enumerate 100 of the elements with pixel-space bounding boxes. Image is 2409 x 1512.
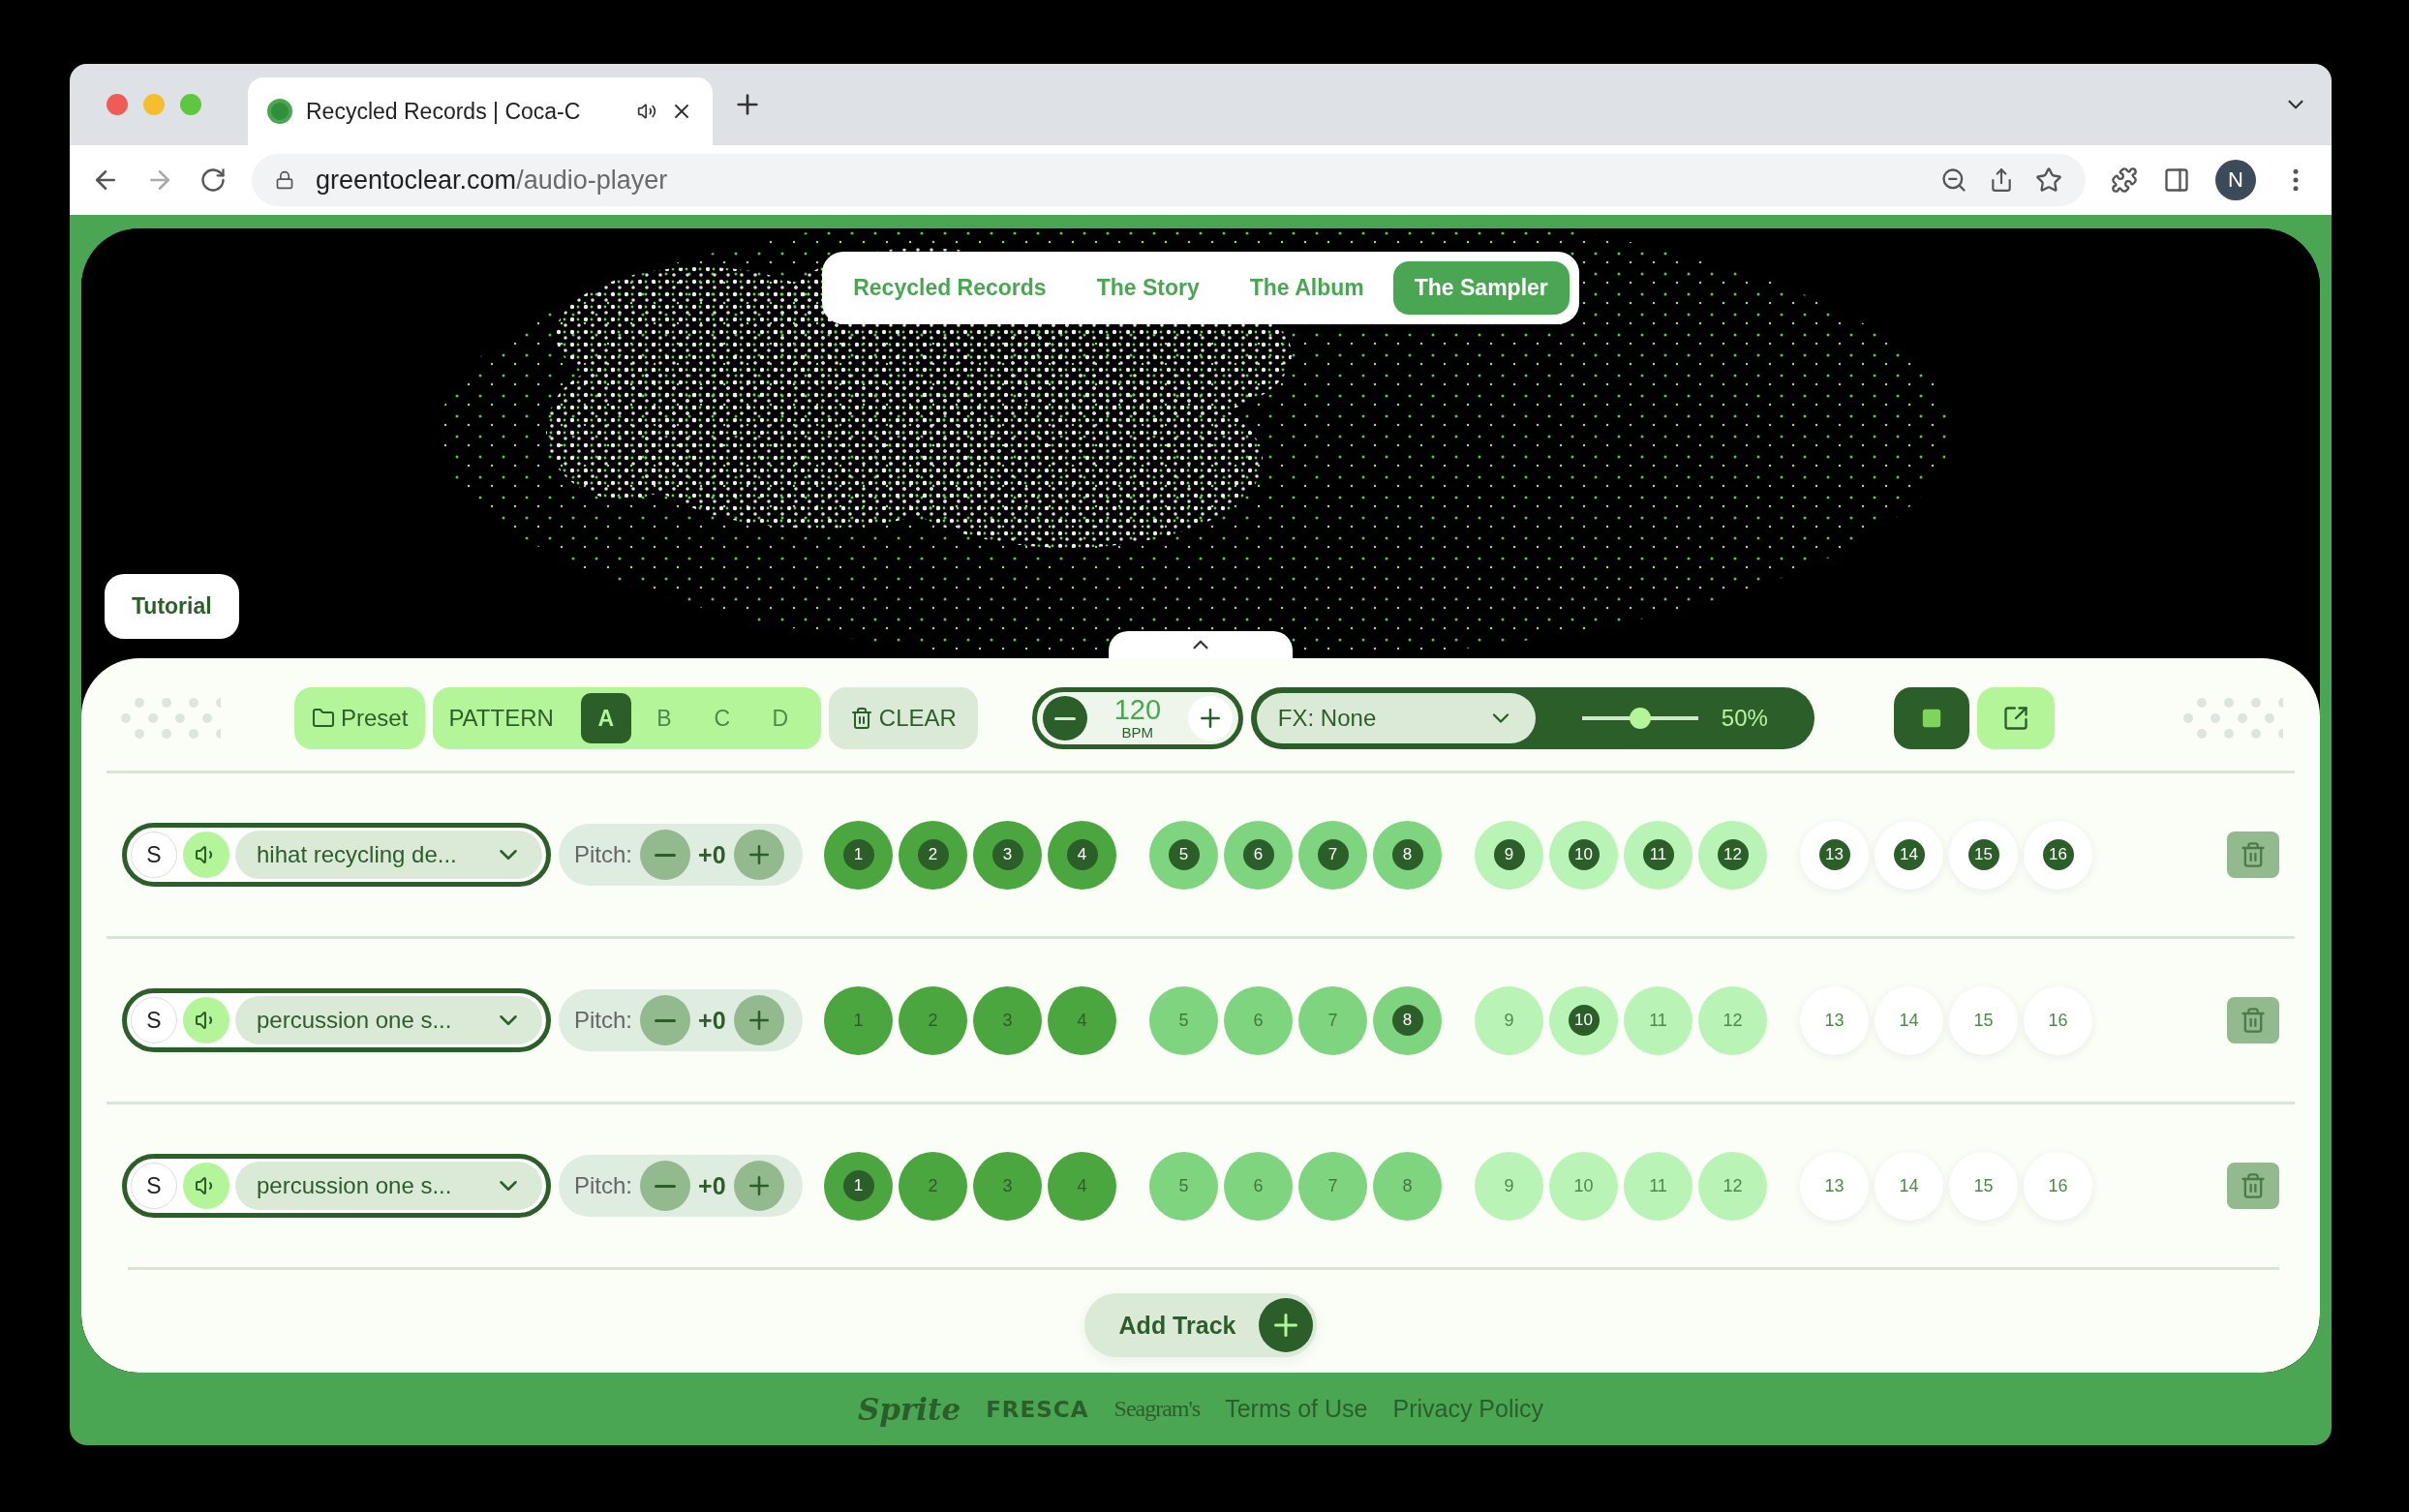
- brand-link[interactable]: Sprite: [857, 1391, 961, 1427]
- share-button[interactable]: [1976, 687, 2055, 749]
- sample-dropdown[interactable]: hihat recycling de...: [235, 831, 542, 879]
- step-button[interactable]: 2: [899, 985, 967, 1055]
- pattern-tab[interactable]: A: [580, 693, 631, 743]
- step-button[interactable]: 15: [1949, 820, 2018, 890]
- address-bar[interactable]: greentoclear.com/audio-player: [252, 154, 2086, 206]
- step-button[interactable]: 7: [1298, 820, 1367, 890]
- step-button[interactable]: 6: [1224, 1151, 1293, 1221]
- pattern-tab[interactable]: C: [696, 693, 747, 743]
- step-button[interactable]: 6: [1224, 985, 1293, 1055]
- step-button[interactable]: 2: [899, 820, 967, 890]
- minus-button[interactable]: [640, 830, 691, 880]
- step-button[interactable]: 8: [1373, 985, 1442, 1055]
- step-button[interactable]: 7: [1298, 985, 1367, 1055]
- step-button[interactable]: 3: [973, 1151, 1042, 1221]
- stop-button[interactable]: [1893, 687, 1969, 749]
- step-button[interactable]: 5: [1149, 820, 1218, 890]
- step-button[interactable]: 14: [1875, 985, 1943, 1055]
- delete-track-button[interactable]: [2227, 832, 2279, 878]
- step-button[interactable]: 15: [1949, 1151, 2018, 1221]
- speaker-button[interactable]: [183, 1163, 229, 1209]
- star-icon[interactable]: [2035, 166, 2062, 194]
- minus-button[interactable]: [640, 995, 691, 1045]
- step-button[interactable]: 14: [1875, 820, 1943, 890]
- pattern-tab[interactable]: D: [754, 693, 806, 743]
- step-button[interactable]: 3: [973, 820, 1042, 890]
- step-button[interactable]: 16: [2024, 820, 2092, 890]
- minus-button[interactable]: [1042, 696, 1087, 741]
- zoom-out-icon[interactable]: [1940, 166, 1967, 194]
- slider-thumb[interactable]: [1629, 708, 1651, 729]
- step-button[interactable]: 7: [1298, 1151, 1367, 1221]
- share-icon[interactable]: [1989, 167, 2014, 193]
- footer-link[interactable]: Privacy Policy: [1392, 1395, 1544, 1423]
- step-button[interactable]: 16: [2024, 1151, 2092, 1221]
- close-window-button[interactable]: [107, 94, 128, 115]
- brand-link[interactable]: FRESCA: [986, 1396, 1089, 1422]
- step-button[interactable]: 5: [1149, 985, 1218, 1055]
- nav-tab[interactable]: The Story: [1075, 261, 1221, 315]
- plus-button[interactable]: [733, 830, 784, 880]
- step-button[interactable]: 13: [1800, 985, 1869, 1055]
- step-button[interactable]: 4: [1048, 985, 1116, 1055]
- step-button[interactable]: 11: [1624, 985, 1692, 1055]
- nav-tab[interactable]: Recycled Records: [832, 261, 1068, 315]
- step-button[interactable]: 13: [1800, 820, 1869, 890]
- step-button[interactable]: 3: [973, 985, 1042, 1055]
- step-button[interactable]: 14: [1875, 1151, 1943, 1221]
- delete-track-button[interactable]: [2227, 997, 2279, 1043]
- step-button[interactable]: 12: [1698, 985, 1767, 1055]
- tutorial-button[interactable]: Tutorial: [105, 574, 239, 639]
- step-button[interactable]: 2: [899, 1151, 967, 1221]
- footer-link[interactable]: Terms of Use: [1225, 1395, 1368, 1423]
- clear-button[interactable]: CLEAR: [828, 687, 978, 749]
- step-button[interactable]: 12: [1698, 820, 1767, 890]
- step-button[interactable]: 9: [1475, 820, 1543, 890]
- sample-dropdown[interactable]: percussion one s...: [235, 1162, 542, 1210]
- solo-button[interactable]: S: [131, 997, 177, 1043]
- step-button[interactable]: 10: [1549, 985, 1618, 1055]
- collapse-button[interactable]: [1109, 631, 1293, 658]
- browser-tab[interactable]: Recycled Records | Coca-C: [248, 77, 713, 145]
- side-panel-icon[interactable]: [2163, 166, 2190, 194]
- solo-button[interactable]: S: [131, 832, 177, 878]
- step-button[interactable]: 8: [1373, 1151, 1442, 1221]
- solo-button[interactable]: S: [131, 1163, 177, 1209]
- step-button[interactable]: 1: [824, 985, 893, 1055]
- step-button[interactable]: 11: [1624, 1151, 1692, 1221]
- pattern-tab[interactable]: B: [638, 693, 689, 743]
- extensions-icon[interactable]: [2111, 166, 2138, 194]
- fx-dropdown[interactable]: FX: None: [1256, 693, 1536, 743]
- preset-button[interactable]: Preset: [294, 687, 426, 749]
- plus-button[interactable]: [733, 1161, 784, 1211]
- step-button[interactable]: 9: [1475, 1151, 1543, 1221]
- step-button[interactable]: 15: [1949, 985, 2018, 1055]
- plus-button[interactable]: [733, 995, 784, 1045]
- speaker-button[interactable]: [183, 832, 229, 878]
- step-button[interactable]: 6: [1224, 820, 1293, 890]
- step-button[interactable]: 4: [1048, 1151, 1116, 1221]
- minus-button[interactable]: [640, 1161, 691, 1211]
- step-button[interactable]: 11: [1624, 820, 1692, 890]
- brand-link[interactable]: Seagram's: [1113, 1396, 1201, 1422]
- profile-avatar[interactable]: N: [2215, 160, 2256, 200]
- step-button[interactable]: 1: [824, 820, 893, 890]
- step-button[interactable]: 1: [824, 1151, 893, 1221]
- step-button[interactable]: 9: [1475, 985, 1543, 1055]
- sample-dropdown[interactable]: percussion one s...: [235, 996, 542, 1044]
- step-button[interactable]: 8: [1373, 820, 1442, 890]
- delete-track-button[interactable]: [2227, 1163, 2279, 1209]
- step-button[interactable]: 10: [1549, 820, 1618, 890]
- step-button[interactable]: 10: [1549, 1151, 1618, 1221]
- nav-tab[interactable]: The Sampler: [1392, 261, 1570, 315]
- reload-icon[interactable]: [199, 166, 227, 194]
- step-button[interactable]: 12: [1698, 1151, 1767, 1221]
- step-button[interactable]: 4: [1048, 820, 1116, 890]
- plus-button[interactable]: [1187, 696, 1233, 741]
- step-button[interactable]: 13: [1800, 1151, 1869, 1221]
- nav-tab[interactable]: The Album: [1228, 261, 1386, 315]
- step-button[interactable]: 5: [1149, 1151, 1218, 1221]
- step-button[interactable]: 16: [2024, 985, 2092, 1055]
- add-track-button[interactable]: Add Track: [1083, 1293, 1318, 1357]
- speaker-button[interactable]: [183, 997, 229, 1043]
